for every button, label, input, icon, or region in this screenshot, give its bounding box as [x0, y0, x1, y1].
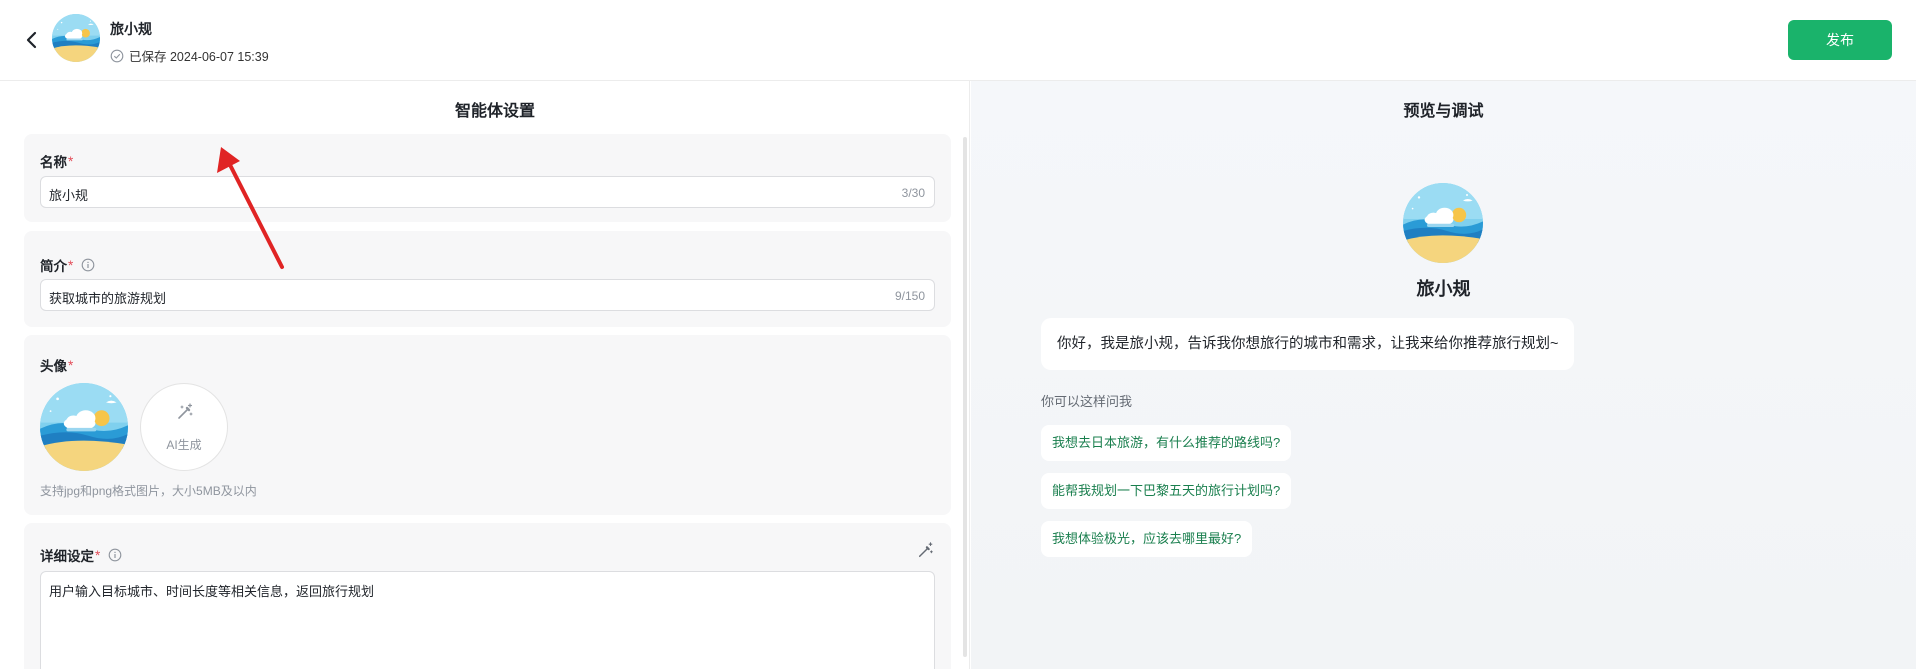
ai-generate-label: AI生成 [166, 438, 202, 452]
agent-name: 旅小规 [110, 21, 152, 37]
suggestion-chip[interactable]: 我想体验极光，应该去哪里最好? [1041, 521, 1253, 557]
intro-char-counter: 9/150 [894, 289, 925, 303]
top-bar: 旅小规 已保存 2024-06-07 15:39 发布 [0, 0, 1916, 81]
avatar-label: 头像 * [40, 357, 74, 375]
info-icon[interactable] [108, 548, 122, 562]
detail-card: 详细设定 * 用户输入目标城市、时间长度等相关信息，返回旅行规划 [24, 523, 951, 669]
name-card: 名称 * 旅小规 3/30 [24, 134, 951, 222]
check-circle-icon [110, 49, 124, 62]
required-mark: * [68, 257, 74, 273]
intro-input-value: 获取城市的旅游规划 [49, 291, 167, 306]
intro-card: 简介 * 获取城市的旅游规划 9/150 [24, 231, 951, 327]
name-label: 名称 * [40, 153, 74, 171]
info-icon[interactable] [81, 258, 95, 272]
intro-input[interactable]: 获取城市的旅游规划 9/150 [40, 279, 935, 311]
detail-textarea-value: 用户输入目标城市、时间长度等相关信息，返回旅行规划 [49, 584, 375, 599]
name-char-counter: 3/30 [901, 186, 925, 200]
magic-wand-icon [178, 403, 193, 419]
settings-title: 智能体设置 [454, 103, 535, 120]
settings-scrollbar[interactable] [963, 137, 967, 657]
publish-button[interactable]: 发布 [1788, 20, 1892, 60]
preview-avatar [1403, 183, 1483, 263]
settings-panel: 智能体设置 名称 * 旅小规 3/30 简介 * 获取城市的旅游规划 9/150 头… [0, 81, 970, 669]
required-mark: * [95, 547, 101, 563]
header-avatar [52, 14, 100, 62]
required-mark: * [68, 357, 74, 373]
avatar-hint: 支持jpg和png格式图片，大小5MB及以内 [40, 484, 257, 498]
suggestion-chip[interactable]: 能帮我规划一下巴黎五天的旅行计划吗? [1041, 473, 1292, 509]
ai-optimize-wand-icon[interactable] [917, 541, 935, 559]
preview-agent-name: 旅小规 [1416, 279, 1471, 299]
avatar-card: 头像 * AI生成 支持jpg和png格式图片，大小5MB及以内 [24, 335, 951, 515]
detail-textarea[interactable]: 用户输入目标城市、时间长度等相关信息，返回旅行规划 [40, 571, 935, 669]
save-status-text: 已保存 2024-06-07 15:39 [129, 50, 269, 64]
greeting-bubble: 你好，我是旅小规，告诉我你想旅行的城市和需求，让我来给你推荐旅行规划~ [1041, 318, 1575, 370]
avatar-upload[interactable] [40, 383, 128, 471]
save-status: 已保存 2024-06-07 15:39 [110, 46, 269, 65]
back-arrow-icon[interactable] [22, 30, 42, 50]
intro-label: 简介 * [40, 255, 95, 275]
detail-label: 详细设定 * [40, 545, 122, 565]
ai-generate-avatar-button[interactable]: AI生成 [140, 383, 228, 471]
suggestion-chip[interactable]: 我想去日本旅游，有什么推荐的路线吗? [1041, 425, 1292, 461]
preview-title: 预览与调试 [1403, 103, 1484, 120]
preview-panel: 预览与调试 旅小规 你好，我是旅小规，告诉我你想旅行的城市和需求，让我来给你推荐… [971, 81, 1916, 669]
suggestion-heading: 你可以这样问我 [1041, 394, 1133, 409]
name-input[interactable]: 旅小规 3/30 [40, 176, 935, 208]
required-mark: * [68, 153, 74, 169]
name-input-value: 旅小规 [49, 188, 89, 203]
